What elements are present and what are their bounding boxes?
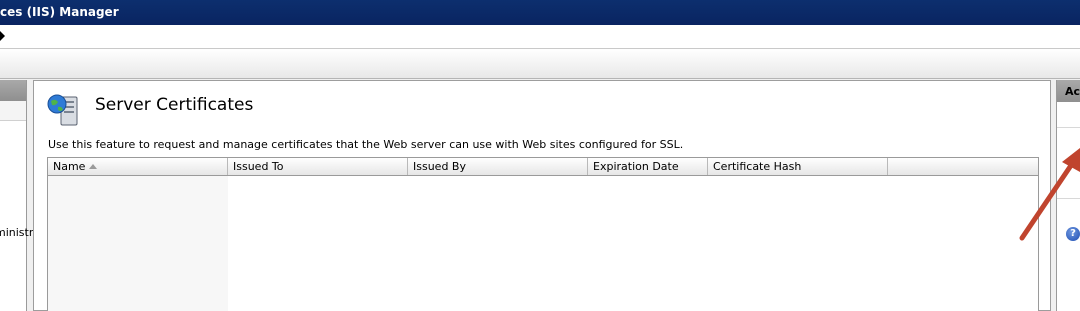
column-header-issued-by[interactable]: Issued By	[408, 158, 588, 175]
column-header-certificate-hash[interactable]: Certificate Hash	[708, 158, 888, 175]
annotation-arrow	[1019, 148, 1080, 241]
server-certificates-icon	[47, 94, 78, 126]
table-header: Name Issued To Issued By Expiration Date…	[48, 158, 1038, 176]
toolbar	[0, 49, 1080, 79]
column-header-name[interactable]: Name	[48, 158, 228, 175]
window-title: ces (IIS) Manager	[0, 5, 119, 19]
connections-toolbar	[0, 101, 26, 121]
feature-description: Use this feature to request and manage c…	[48, 138, 684, 151]
breadcrumb-arrow-icon[interactable]	[0, 31, 5, 41]
name-column-sorted-highlight	[48, 176, 228, 311]
column-header-issued-to[interactable]: Issued To	[228, 158, 408, 175]
address-bar[interactable]	[0, 25, 1080, 49]
connections-pane-header	[0, 80, 26, 101]
window-title-bar: ces (IIS) Manager	[0, 0, 1080, 25]
column-header-expiration-date[interactable]: Expiration Date	[588, 158, 708, 175]
certificates-table[interactable]: Name Issued To Issued By Expiration Date…	[47, 157, 1039, 311]
page-title: Server Certificates	[95, 95, 254, 115]
sort-ascending-icon	[89, 164, 97, 169]
divider	[1057, 127, 1080, 128]
actions-pane-header: Ac	[1057, 80, 1080, 102]
tree-node-label[interactable]: ministr	[0, 226, 33, 239]
connections-pane: ministr	[0, 80, 33, 311]
feature-view: Server Certificates Use this feature to …	[33, 80, 1051, 311]
